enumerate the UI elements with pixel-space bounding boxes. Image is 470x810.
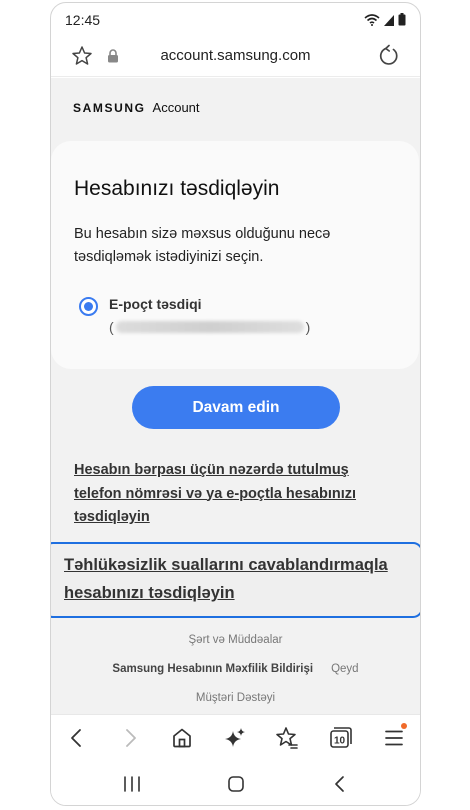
brand-account: Account — [152, 100, 200, 115]
status-bar: 12:45 — [51, 3, 420, 35]
bookmark-star-icon[interactable] — [274, 725, 300, 751]
page-title: Hesabınızı təsdiqləyin — [74, 177, 280, 200]
browser-toolbar: 10 — [51, 714, 420, 759]
home-icon[interactable] — [169, 725, 195, 751]
blurred-email-value — [115, 321, 304, 333]
page-content: SAMSUNG Account Hesabınızı təsdiqləyin B… — [51, 78, 420, 714]
menu-badge-dot — [401, 723, 407, 729]
phone-frame: 12:45 account.samsung.com SAMSUNG Accoun… — [50, 2, 421, 806]
customer-support-link[interactable]: Müştəri Dəstəyi — [51, 692, 420, 704]
samsung-account-logo: SAMSUNG Account — [73, 100, 200, 115]
masked-email: ( ) — [109, 319, 310, 335]
browser-url-bar: account.samsung.com — [51, 35, 420, 77]
chevron-left-icon[interactable] — [64, 725, 90, 751]
tabs-icon[interactable]: 10 — [327, 725, 353, 751]
email-verification-label[interactable]: E-poçt təsdiqi — [109, 296, 202, 312]
status-time: 12:45 — [65, 12, 101, 28]
verification-card: Hesabınızı təsdiqləyin Bu hesabın sizə m… — [51, 141, 419, 369]
chevron-right-icon[interactable] — [117, 725, 143, 751]
security-questions-link[interactable]: Təhlükəsizlik suallarını cavablandırmaql… — [64, 551, 414, 607]
privacy-notice-link[interactable]: Samsung Hesabının Məxfilik Bildirişi — [112, 663, 313, 675]
notice-link[interactable]: Qeyd — [331, 663, 359, 675]
tabs-count: 10 — [334, 736, 346, 747]
recent-apps-icon[interactable] — [120, 773, 144, 795]
email-paren-open: ( — [109, 319, 114, 335]
system-navigation-bar — [51, 759, 420, 805]
home-button-icon[interactable] — [224, 773, 248, 795]
sparkle-icon[interactable] — [222, 725, 248, 751]
brand-samsung: SAMSUNG — [73, 101, 146, 115]
email-verification-radio[interactable] — [79, 297, 98, 316]
wifi-icon — [364, 13, 380, 26]
email-paren-close: ) — [305, 319, 311, 335]
continue-button[interactable]: Davam edin — [132, 386, 340, 429]
url-address[interactable]: account.samsung.com — [51, 47, 420, 64]
terms-link[interactable]: Şərt və Müddəalar — [51, 634, 420, 646]
recovery-phone-email-link[interactable]: Hesabın bərpası üçün nəzərdə tutulmuş te… — [74, 459, 394, 530]
signal-icon — [384, 14, 394, 26]
battery-icon — [398, 13, 406, 26]
reload-icon[interactable] — [376, 43, 402, 69]
status-icons — [364, 13, 406, 26]
footer-row: Samsung Hesabının Məxfilik Bildirişi Qey… — [51, 663, 420, 675]
menu-icon[interactable] — [381, 723, 407, 751]
card-description: Bu hesabın sizə məxsus olduğunu necə təs… — [74, 226, 331, 265]
back-button-icon[interactable] — [328, 773, 352, 795]
